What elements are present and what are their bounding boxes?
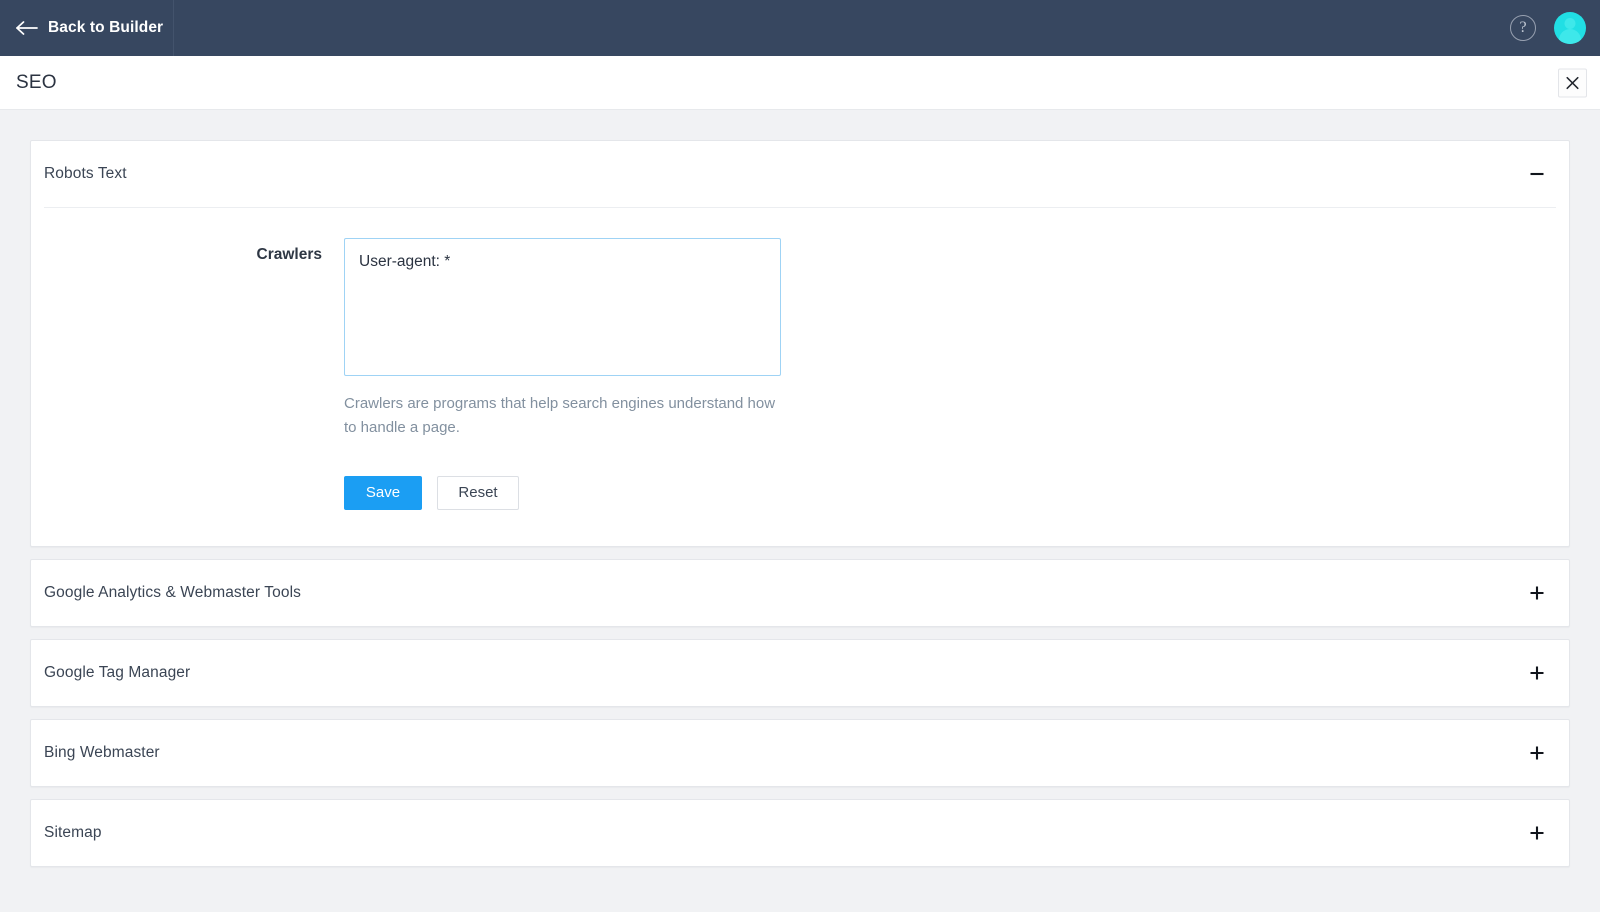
user-avatar-icon[interactable] [1554, 12, 1586, 44]
page-titlebar: SEO [0, 56, 1600, 110]
crawlers-label: Crawlers [256, 246, 322, 263]
crawlers-control: Crawlers are programs that help search e… [344, 238, 784, 510]
plus-icon[interactable] [1527, 823, 1547, 843]
close-icon [1565, 75, 1580, 90]
close-button[interactable] [1558, 68, 1587, 97]
crawlers-button-row: Save Reset [344, 475, 784, 510]
back-to-builder-label: Back to Builder [48, 19, 164, 36]
topbar-actions: ? [1510, 0, 1586, 56]
plus-icon[interactable] [1527, 583, 1547, 603]
panel-header-google-analytics-webmaster-tools[interactable]: Google Analytics & Webmaster Tools [31, 560, 1569, 626]
panel-body-robots-text: Crawlers Crawlers are programs that help… [31, 208, 1569, 546]
panel-title-google-tag-manager: Google Tag Manager [44, 663, 191, 681]
save-button[interactable]: Save [344, 475, 422, 510]
crawlers-help-text: Crawlers are programs that help search e… [344, 395, 776, 437]
panel-title-robots-text: Robots Text [44, 165, 127, 182]
panel-header-sitemap[interactable]: Sitemap [31, 800, 1569, 866]
panel-title-sitemap: Sitemap [44, 823, 102, 841]
reset-button[interactable]: Reset [437, 475, 519, 510]
panel-title-bing-webmaster: Bing Webmaster [44, 743, 160, 761]
app-topbar: Back to Builder ? [0, 0, 1600, 56]
panel-google-analytics-webmaster-tools: Google Analytics & Webmaster Tools [30, 558, 1570, 627]
panel-header-bing-webmaster[interactable]: Bing Webmaster [31, 720, 1569, 786]
plus-icon[interactable] [1527, 663, 1547, 683]
panel-google-tag-manager: Google Tag Manager [30, 638, 1570, 707]
minus-icon[interactable] [1527, 164, 1547, 184]
panel-title-google-analytics-webmaster-tools: Google Analytics & Webmaster Tools [44, 583, 301, 601]
plus-icon[interactable] [1527, 743, 1547, 763]
panel-header-google-tag-manager[interactable]: Google Tag Manager [31, 640, 1569, 706]
panel-robots-text: Robots Text Crawlers Crawlers are progra… [30, 140, 1570, 547]
crawlers-input[interactable] [344, 238, 781, 376]
seo-settings-content: Robots Text Crawlers Crawlers are progra… [0, 110, 1600, 912]
page-title: SEO [16, 71, 57, 93]
panel-header-robots-text[interactable]: Robots Text [31, 141, 1569, 207]
arrow-left-icon [16, 20, 48, 36]
crawlers-field-row: Crawlers Crawlers are programs that help… [44, 238, 1556, 510]
help-circle-icon[interactable]: ? [1510, 15, 1536, 41]
panel-sitemap: Sitemap [30, 798, 1570, 867]
back-to-builder-button[interactable]: Back to Builder [0, 0, 174, 56]
panel-bing-webmaster: Bing Webmaster [30, 718, 1570, 787]
